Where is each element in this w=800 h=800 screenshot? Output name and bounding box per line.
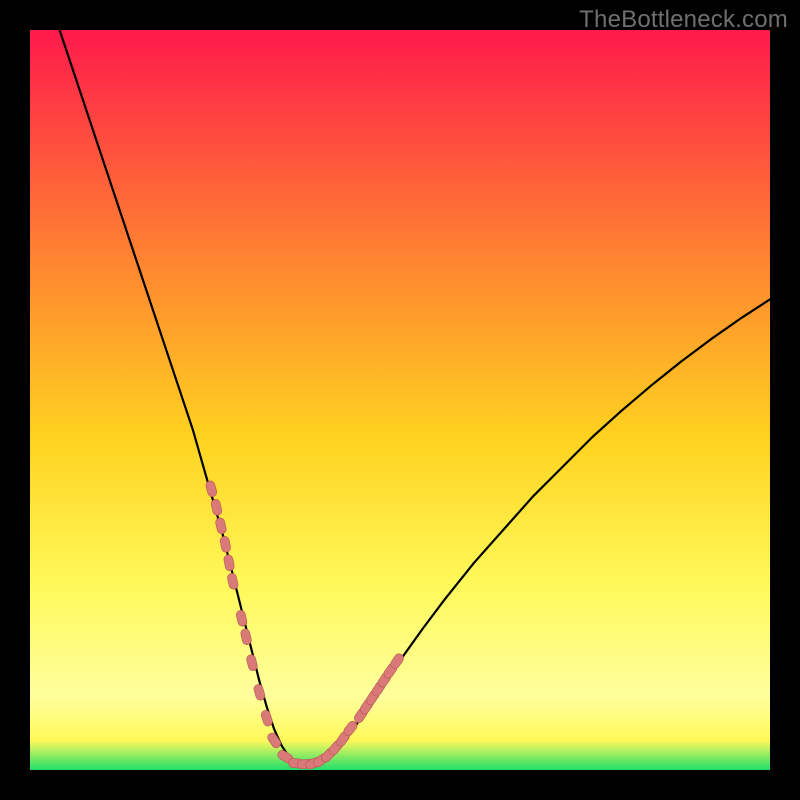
bottleneck-chart: [30, 30, 770, 770]
watermark-text: TheBottleneck.com: [579, 6, 788, 34]
plot-area: [30, 30, 770, 770]
chart-frame: TheBottleneck.com: [0, 0, 800, 800]
